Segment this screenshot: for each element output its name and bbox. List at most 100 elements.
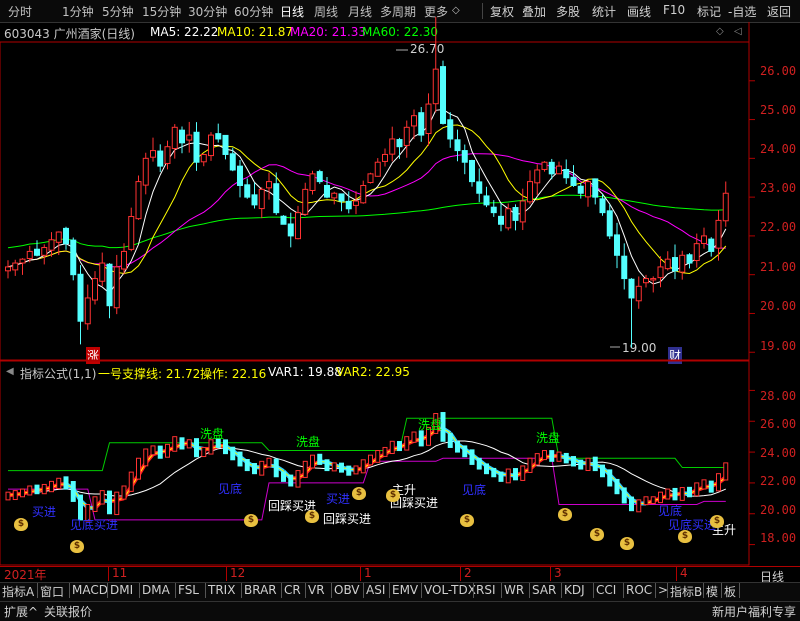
candle-body bbox=[708, 238, 715, 252]
indicator-tab[interactable]: RSI bbox=[476, 583, 496, 597]
candle-body bbox=[273, 183, 280, 214]
indicator-candle bbox=[650, 496, 656, 505]
candle-body bbox=[237, 165, 243, 186]
indicator-tab[interactable]: ROC bbox=[626, 583, 652, 597]
indicator-candle bbox=[542, 450, 547, 461]
candle-body bbox=[12, 262, 19, 271]
candle-body bbox=[411, 115, 417, 127]
candle-body bbox=[63, 227, 69, 245]
money-bag-icon: $ bbox=[460, 514, 474, 527]
indicator-tab[interactable]: SAR bbox=[532, 583, 556, 597]
candle-body bbox=[599, 198, 606, 214]
month-label: 2 bbox=[464, 566, 472, 580]
signal-jiandimai: 见底买进 bbox=[668, 518, 717, 532]
indicator-tab[interactable]: VOL-TDX bbox=[424, 583, 476, 597]
indicator-candle bbox=[629, 496, 634, 512]
indicator-tab[interactable]: 模 bbox=[706, 583, 718, 600]
indicator-tab[interactable]: OBV bbox=[334, 583, 360, 597]
indicator-candle bbox=[92, 496, 98, 512]
money-bag-icon: $ bbox=[14, 518, 28, 531]
money-bag-icon: $ bbox=[70, 540, 84, 553]
related-quotes-button[interactable]: 关联报价 bbox=[44, 603, 92, 620]
indicator-tab[interactable]: 指标A bbox=[2, 583, 34, 600]
ma5-line bbox=[7, 108, 727, 295]
tab-divider bbox=[561, 583, 562, 598]
candle-body bbox=[360, 184, 367, 204]
candle-body bbox=[527, 181, 533, 203]
candle-body bbox=[19, 258, 26, 264]
indicator-candle bbox=[107, 490, 112, 515]
candle-body bbox=[657, 266, 664, 279]
candle-body bbox=[541, 161, 548, 170]
indicator-candle bbox=[201, 446, 207, 458]
candle-body bbox=[592, 178, 599, 198]
indicator-candle bbox=[498, 471, 504, 482]
candle-body bbox=[135, 181, 142, 220]
candle-body bbox=[454, 139, 461, 152]
extend-button[interactable]: 扩展^ bbox=[4, 603, 38, 620]
indicator-tab[interactable]: 窗口 bbox=[40, 583, 64, 600]
indicator-candle bbox=[186, 439, 192, 449]
money-bag-icon: $ bbox=[352, 487, 366, 500]
candle-body bbox=[338, 193, 345, 202]
money-bag-icon: $ bbox=[590, 528, 604, 541]
indicator-candle bbox=[252, 463, 257, 475]
indicator-tab[interactable]: DMA bbox=[142, 583, 170, 597]
date-tick bbox=[550, 566, 551, 581]
indicator-candle bbox=[317, 453, 323, 465]
candle-body bbox=[512, 207, 519, 221]
month-label: 12 bbox=[230, 566, 246, 580]
candle-body bbox=[70, 239, 77, 276]
candle-body bbox=[563, 169, 570, 179]
indicator-candle bbox=[27, 485, 33, 496]
indicator-tab[interactable]: FSL bbox=[178, 583, 199, 597]
indicator-candle bbox=[607, 469, 613, 487]
indicator-candle bbox=[643, 496, 649, 506]
candle-body bbox=[686, 254, 693, 264]
candle-body bbox=[193, 131, 200, 163]
indicator-tab[interactable]: VR bbox=[308, 583, 325, 597]
date-tick bbox=[360, 566, 361, 581]
candle-body bbox=[215, 133, 222, 140]
candle-body bbox=[476, 181, 483, 194]
indicator-candle bbox=[687, 486, 692, 498]
tab-divider bbox=[529, 583, 530, 598]
tab-divider bbox=[69, 583, 70, 598]
indicator-tab[interactable]: EMV bbox=[392, 583, 418, 597]
candle-body bbox=[324, 184, 330, 198]
candle-body bbox=[34, 248, 40, 256]
signal-xipan: 洗盘 bbox=[296, 435, 321, 449]
candle-body bbox=[316, 171, 323, 183]
indicator-tab[interactable]: TRIX bbox=[208, 583, 235, 597]
indicator-tab[interactable]: DMI bbox=[110, 583, 133, 597]
candlesticks bbox=[5, 16, 729, 348]
indicator-candle bbox=[266, 457, 272, 468]
signal-jiandi: 见底 bbox=[218, 482, 243, 496]
tab-divider bbox=[501, 583, 502, 598]
indicator-candle bbox=[157, 445, 163, 459]
indicator-candle bbox=[571, 456, 576, 467]
indicator-tab[interactable]: CCI bbox=[596, 583, 616, 597]
indicator-tab[interactable]: MACD bbox=[72, 583, 108, 597]
indicator-candle bbox=[194, 438, 199, 458]
candle-body bbox=[621, 255, 628, 280]
indicator-tab[interactable]: ASI bbox=[366, 583, 385, 597]
candle-body bbox=[425, 103, 432, 135]
candle-body bbox=[48, 239, 55, 251]
indicator-tab[interactable]: WR bbox=[504, 583, 524, 597]
date-tick bbox=[460, 566, 461, 581]
indicator-candle bbox=[455, 441, 460, 453]
indicator-tab[interactable]: 指标B bbox=[670, 583, 702, 600]
indicator-tab[interactable]: CR bbox=[284, 583, 301, 597]
indicator-tab[interactable]: BRAR bbox=[244, 583, 277, 597]
new-user-welfare-link[interactable]: 新用户福利专享 bbox=[712, 603, 796, 620]
indicator-tab[interactable]: KDJ bbox=[564, 583, 585, 597]
indicator-candle bbox=[121, 485, 127, 500]
indicator-candle bbox=[527, 457, 533, 473]
candle-body bbox=[208, 134, 214, 157]
candle-body bbox=[142, 157, 149, 186]
indicator-candle bbox=[513, 468, 518, 481]
indicator-candle bbox=[375, 450, 381, 463]
tab-divider bbox=[667, 583, 668, 598]
indicator-tab[interactable]: 板 bbox=[724, 583, 736, 600]
